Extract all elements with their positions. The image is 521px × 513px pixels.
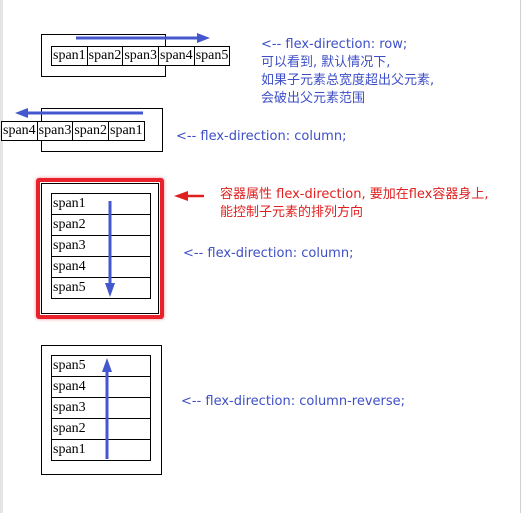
column-direction-arrow-icon: [105, 201, 115, 297]
direction-arrows: [15, 33, 210, 459]
row-reverse-direction-arrow-icon: [15, 108, 143, 118]
column-reverse-direction-arrow-icon: [102, 358, 112, 459]
callout-pointer-arrow-icon: [174, 191, 204, 201]
row-direction-arrow-icon: [76, 33, 210, 43]
